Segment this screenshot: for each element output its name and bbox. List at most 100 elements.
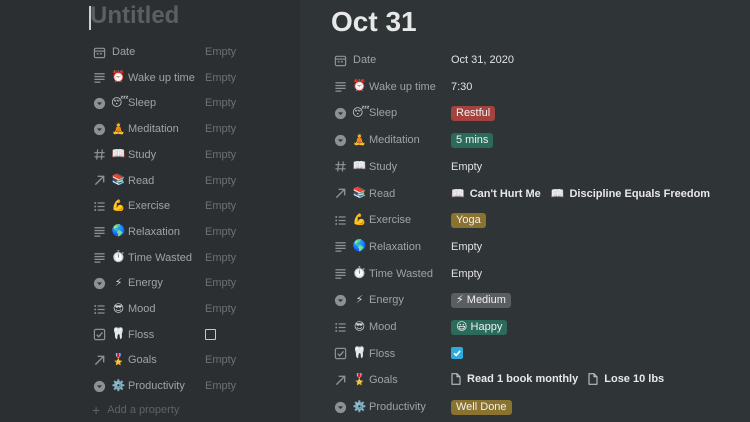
- property-row-read[interactable]: 📚 Read 📖 Can't Hurt Me 📖 Discipline Equals Fr…: [333, 184, 710, 204]
- property-value[interactable]: Empty: [205, 97, 236, 109]
- property-value[interactable]: Empty: [205, 277, 236, 289]
- property-row-date[interactable]: Date Empty: [92, 42, 236, 62]
- relation-icon: [92, 353, 106, 367]
- property-value[interactable]: Oct 31, 2020: [451, 54, 514, 66]
- property-label: Read: [128, 174, 155, 187]
- property-row-study[interactable]: 📖 Study Empty: [333, 157, 482, 177]
- property-row-sleep[interactable]: 😴 Sleep Restful: [333, 103, 496, 123]
- property-value[interactable]: Empty: [205, 380, 236, 392]
- property-row-productivity[interactable]: ⚙️ Productivity Well Done: [333, 397, 512, 417]
- property-row-exercise[interactable]: 💪 Exercise Empty: [92, 196, 236, 216]
- goal-title: Lose 10 lbs: [604, 372, 665, 385]
- property-row-floss[interactable]: 🦷 Floss: [92, 325, 216, 345]
- property-label: Floss: [369, 347, 396, 360]
- property-value[interactable]: 📖 Can't Hurt Me 📖 Discipline Equals Freedom: [451, 187, 720, 201]
- relation-item[interactable]: 📖 Can't Hurt Me: [451, 187, 541, 201]
- page-icon: [588, 373, 604, 385]
- select-icon: [333, 293, 347, 307]
- property-value[interactable]: Empty: [205, 354, 236, 366]
- property-value[interactable]: 7:30: [451, 81, 472, 93]
- property-label: Energy: [128, 277, 163, 290]
- property-emoji: 😎: [353, 320, 366, 333]
- property-row-relaxation[interactable]: 🌎 Relaxation Empty: [92, 222, 236, 242]
- property-value[interactable]: Yoga: [451, 212, 486, 228]
- add-property-button[interactable]: + Add a property: [92, 403, 179, 417]
- relation-icon: [333, 373, 347, 387]
- property-value[interactable]: 5 mins: [451, 132, 494, 148]
- relation-title: Discipline Equals Freedom: [569, 187, 711, 200]
- property-row-study[interactable]: 📖 Study Empty: [92, 145, 236, 165]
- property-label: Relaxation: [128, 225, 180, 238]
- multiselect-icon: [92, 302, 106, 316]
- select-icon: [92, 122, 106, 136]
- relation-item[interactable]: 📖 Discipline Equals Freedom: [551, 187, 711, 201]
- property-row-productivity[interactable]: ⚙️ Productivity Empty: [92, 376, 236, 396]
- property-row-relaxation[interactable]: 🌎 Relaxation Empty: [333, 237, 482, 257]
- property-value[interactable]: Empty: [205, 72, 236, 84]
- property-label: Time Wasted: [369, 267, 433, 280]
- property-row-time-wasted[interactable]: ⏱️ Time Wasted Empty: [333, 264, 482, 284]
- property-label: Productivity: [369, 401, 426, 414]
- property-value[interactable]: ⚡ Medium: [451, 292, 511, 308]
- floss-checkbox[interactable]: [451, 346, 463, 361]
- property-row-floss[interactable]: 🦷 Floss: [333, 344, 463, 364]
- property-emoji: ⚡: [355, 293, 364, 306]
- property-label: Floss: [128, 328, 155, 341]
- property-value[interactable]: Empty: [451, 268, 482, 280]
- property-label: Energy: [369, 294, 404, 307]
- select-tag[interactable]: ⚡ Medium: [451, 292, 511, 308]
- property-label: Sleep: [128, 97, 157, 110]
- property-value[interactable]: Empty: [205, 123, 236, 135]
- property-row-energy[interactable]: ⚡ Energy ⚡ Medium: [333, 290, 511, 310]
- right-page-pane: Oct 31 Date Oct 31, 2020 ⏰ Wake up time 7:30…: [300, 0, 750, 422]
- select-tag[interactable]: Restful: [451, 105, 496, 121]
- property-emoji: ⚙️: [111, 379, 126, 392]
- property-row-mood[interactable]: 😎 Mood Empty: [92, 299, 236, 319]
- property-value[interactable]: Empty: [205, 226, 236, 238]
- select-tag[interactable]: 😃 Happy: [451, 319, 508, 335]
- property-row-mood[interactable]: 😎 Mood 😃 Happy: [333, 317, 508, 337]
- property-label: Wake up time: [128, 71, 195, 84]
- goal-page-link[interactable]: Lose 10 lbs: [588, 373, 664, 385]
- property-value[interactable]: Empty: [205, 303, 236, 315]
- property-value[interactable]: Empty: [205, 46, 236, 58]
- property-value[interactable]: Restful: [451, 105, 496, 121]
- property-value[interactable]: 😃 Happy: [451, 319, 508, 335]
- select-tag[interactable]: Well Done: [451, 399, 512, 415]
- property-row-sleep[interactable]: 😴 Sleep Empty: [92, 93, 236, 113]
- page-title-oct31[interactable]: Oct 31: [331, 6, 417, 38]
- property-value[interactable]: Empty: [205, 175, 236, 187]
- calendar-icon: [92, 45, 106, 59]
- property-emoji: 🌎: [111, 225, 126, 238]
- property-row-exercise[interactable]: 💪 Exercise Yoga: [333, 210, 486, 230]
- property-emoji: 🎖️: [111, 353, 126, 366]
- relation-title: Can't Hurt Me: [469, 187, 541, 200]
- add-property-label: Add a property: [107, 404, 180, 416]
- goal-page-link[interactable]: Read 1 book monthly: [451, 373, 578, 385]
- property-row-energy[interactable]: ⚡ Energy Empty: [92, 273, 236, 293]
- property-row-goals[interactable]: 🎖️ Goals Read 1 book monthly Lose 10 lbs: [333, 370, 664, 390]
- property-value[interactable]: Well Done: [451, 399, 512, 415]
- property-value[interactable]: Empty: [451, 241, 482, 253]
- property-row-time-wasted[interactable]: ⏱️ Time Wasted Empty: [92, 248, 236, 268]
- select-tag[interactable]: Yoga: [451, 212, 486, 228]
- property-row-meditation[interactable]: 🧘 Meditation 5 mins: [333, 130, 494, 150]
- page-title-untitled[interactable]: Untitled: [88, 2, 179, 30]
- property-label: Mood: [128, 303, 156, 315]
- property-value[interactable]: Empty: [205, 252, 236, 264]
- property-row-meditation[interactable]: 🧘 Meditation Empty: [92, 119, 236, 139]
- property-emoji: 📚: [111, 174, 126, 186]
- property-value[interactable]: Empty: [205, 149, 236, 161]
- checkbox-icon: [92, 328, 106, 342]
- text-icon: [92, 71, 106, 85]
- property-value[interactable]: Empty: [451, 161, 482, 173]
- property-row-date[interactable]: Date Oct 31, 2020: [333, 50, 514, 70]
- property-row-wake-up-time[interactable]: ⏰ Wake up time 7:30: [333, 77, 472, 97]
- floss-checkbox[interactable]: [205, 328, 216, 343]
- property-row-read[interactable]: 📚 Read Empty: [92, 171, 236, 191]
- select-tag[interactable]: 5 mins: [451, 132, 494, 148]
- property-row-goals[interactable]: 🎖️ Goals Empty: [92, 350, 236, 370]
- property-value[interactable]: Read 1 book monthly Lose 10 lbs: [451, 373, 674, 388]
- property-value[interactable]: Empty: [205, 200, 236, 212]
- property-row-wake-up-time[interactable]: ⏰ Wake up time Empty: [92, 68, 236, 88]
